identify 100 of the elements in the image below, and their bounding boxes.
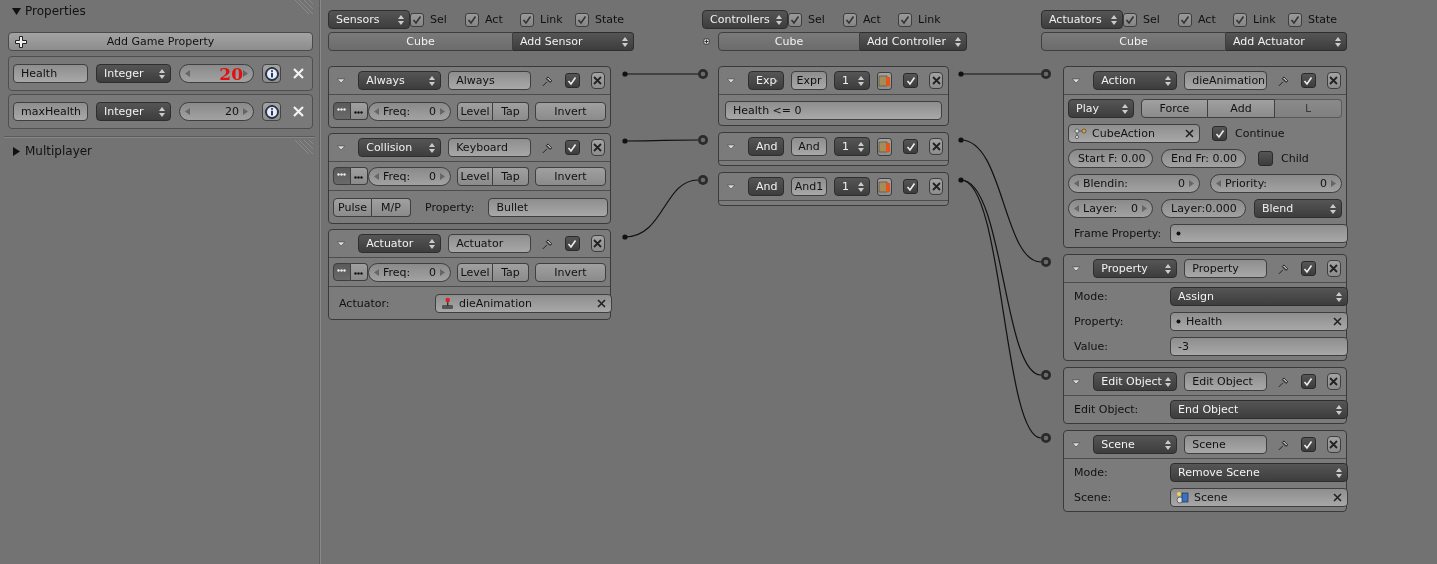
add-property-button[interactable]: Add Game Property <box>8 32 313 51</box>
pin-icon[interactable] <box>1278 73 1290 88</box>
filter-checkbox[interactable] <box>1123 12 1137 27</box>
text-field[interactable]: Bullet <box>488 197 609 217</box>
action-field[interactable]: CubeAction <box>1068 124 1200 143</box>
info-button[interactable] <box>262 64 281 83</box>
name-field[interactable]: Scene <box>1184 435 1268 454</box>
type-menu[interactable]: Integer <box>96 64 171 83</box>
remove-button[interactable] <box>929 178 943 195</box>
filter-checkbox[interactable] <box>465 12 479 27</box>
level-button[interactable]: Level <box>457 262 493 282</box>
search-field[interactable]: Scene <box>1170 488 1348 507</box>
invert-button[interactable]: Invert <box>535 262 606 282</box>
object-name-button[interactable]: Cube <box>1041 32 1226 51</box>
add-controller-menu[interactable]: Add Controller <box>860 32 967 51</box>
pin-icon[interactable] <box>1278 261 1290 276</box>
mode-button[interactable]: Add <box>1208 99 1275 118</box>
active-checkbox[interactable] <box>564 73 580 88</box>
output-socket[interactable] <box>958 177 964 183</box>
output-socket[interactable] <box>958 71 964 77</box>
collapse-icon[interactable] <box>1072 77 1081 84</box>
active-checkbox[interactable] <box>903 179 918 194</box>
true-pulse-button[interactable] <box>333 167 351 185</box>
remove-button[interactable] <box>929 138 943 155</box>
clear-icon[interactable] <box>1333 493 1342 502</box>
false-pulse-button[interactable] <box>350 263 368 281</box>
sensors-menu[interactable]: Sensors <box>328 10 410 29</box>
active-checkbox[interactable] <box>1300 437 1316 452</box>
actuator-type-menu[interactable]: Action <box>1093 71 1178 90</box>
name-field[interactable]: And1 <box>791 177 827 196</box>
filter-checkbox[interactable] <box>410 12 424 27</box>
false-pulse-button[interactable] <box>350 167 368 185</box>
clear-icon[interactable] <box>1185 129 1194 138</box>
name-field[interactable]: Property <box>1184 259 1268 278</box>
remove-icon[interactable] <box>293 106 304 117</box>
controller-type-menu[interactable]: Exp <box>748 71 784 90</box>
name-field[interactable]: Edit Object <box>1184 372 1268 391</box>
name-field[interactable]: Health <box>13 64 88 83</box>
filter-checkbox[interactable] <box>1288 12 1302 27</box>
add-sensor-menu[interactable]: Add Sensor <box>513 32 634 51</box>
remove-button[interactable] <box>590 235 605 252</box>
remove-button[interactable] <box>590 72 605 89</box>
state-menu[interactable]: 1 <box>834 177 870 196</box>
state-menu[interactable]: 1 <box>834 137 870 156</box>
filter-checkbox[interactable] <box>1178 12 1192 27</box>
active-checkbox[interactable] <box>1300 261 1316 276</box>
object-name-button[interactable]: Cube <box>328 32 513 51</box>
continue-checkbox[interactable] <box>1212 126 1227 141</box>
false-pulse-button[interactable] <box>350 102 368 120</box>
controller-type-menu[interactable]: And <box>748 177 784 196</box>
priority-button[interactable] <box>877 177 892 196</box>
filter-checkbox[interactable] <box>898 12 912 27</box>
toggle-button[interactable]: Pulse <box>333 197 372 217</box>
output-socket[interactable] <box>958 137 964 143</box>
filter-checkbox[interactable] <box>1233 12 1247 27</box>
remove-button[interactable] <box>1326 260 1341 277</box>
sensor-type-menu[interactable]: Collision <box>358 138 442 157</box>
remove-button[interactable] <box>929 72 943 89</box>
collapse-icon[interactable] <box>337 144 346 151</box>
active-checkbox[interactable] <box>564 140 580 155</box>
input-socket[interactable] <box>698 175 708 185</box>
toggle-button[interactable]: M/P <box>372 197 411 217</box>
expand-icon[interactable] <box>12 146 21 156</box>
name-field[interactable]: dieAnimation <box>1184 71 1268 90</box>
input-socket[interactable] <box>1041 257 1051 267</box>
tap-button[interactable]: Tap <box>493 166 529 186</box>
filter-checkbox[interactable] <box>520 12 534 27</box>
active-checkbox[interactable] <box>903 73 918 88</box>
name-field[interactable]: Expr <box>791 71 827 90</box>
true-pulse-button[interactable] <box>333 263 351 281</box>
controllers-menu[interactable]: Controllers <box>702 10 788 29</box>
object-name-button[interactable]: Cube <box>718 32 860 51</box>
panel-title[interactable]: Multiplayer <box>25 144 93 158</box>
name-field[interactable]: Actuator <box>448 234 532 253</box>
active-checkbox[interactable] <box>564 236 580 251</box>
add-actuator-menu[interactable]: Add Actuator <box>1226 32 1347 51</box>
controller-type-menu[interactable]: And <box>748 137 784 156</box>
pin-icon[interactable] <box>1278 437 1290 452</box>
tap-button[interactable]: Tap <box>493 262 529 282</box>
filter-checkbox[interactable] <box>575 12 589 27</box>
panel-title[interactable]: Properties <box>25 4 86 18</box>
collapse-icon[interactable] <box>727 77 735 84</box>
filter-checkbox[interactable] <box>788 12 802 27</box>
input-socket[interactable] <box>1041 370 1051 380</box>
active-checkbox[interactable] <box>903 139 918 154</box>
tap-button[interactable]: Tap <box>493 101 529 121</box>
expand-icon[interactable] <box>12 6 21 16</box>
priority-button[interactable] <box>877 137 892 156</box>
name-field[interactable]: Keyboard <box>448 138 532 157</box>
remove-button[interactable] <box>1326 373 1341 390</box>
output-socket[interactable] <box>622 71 628 77</box>
invert-button[interactable]: Invert <box>535 166 606 186</box>
value-field[interactable]: -3 <box>1170 337 1348 356</box>
remove-button[interactable] <box>1326 436 1341 453</box>
play-mode-menu[interactable]: Play <box>1068 99 1134 118</box>
layer-weight-field[interactable]: Layer:0.000 <box>1161 199 1246 218</box>
option-menu[interactable]: Remove Scene <box>1170 463 1348 482</box>
add-state-icon[interactable] <box>703 38 710 45</box>
sensor-type-menu[interactable]: Actuator <box>358 234 442 253</box>
input-socket[interactable] <box>698 135 708 145</box>
